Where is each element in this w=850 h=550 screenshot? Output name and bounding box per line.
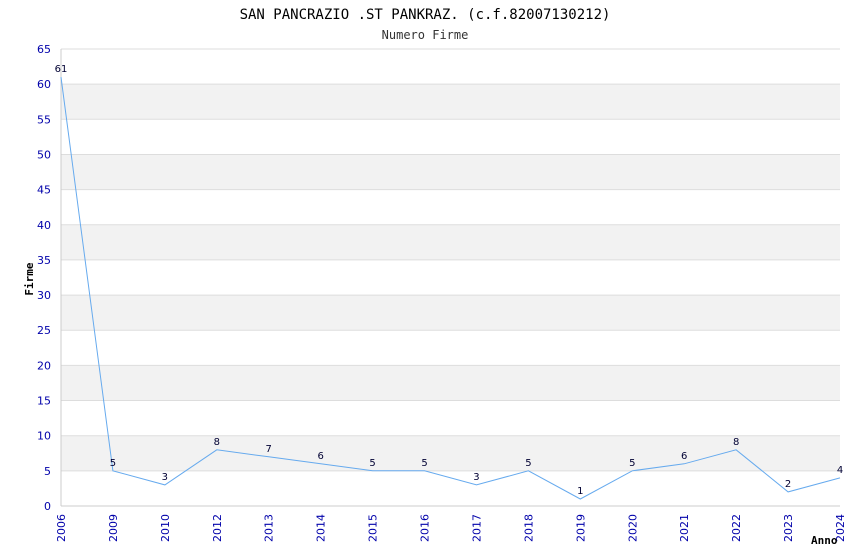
data-label: 5 xyxy=(421,458,427,469)
grid-band xyxy=(61,295,840,331)
y-tick-label: 50 xyxy=(37,148,51,161)
data-label: 5 xyxy=(525,458,531,469)
data-label: 3 xyxy=(473,472,479,483)
y-tick-label: 55 xyxy=(37,113,51,126)
y-tick-label: 60 xyxy=(37,78,51,91)
data-labels: 61 5 3 8 7 6 5 5 3 5 1 5 6 8 2 4 xyxy=(55,64,844,497)
y-tick-labels: 0 5 10 15 20 25 30 35 40 45 50 55 60 65 xyxy=(37,43,51,513)
data-label: 5 xyxy=(629,458,635,469)
data-label: 5 xyxy=(369,458,375,469)
data-label: 4 xyxy=(837,465,843,476)
y-tick-label: 20 xyxy=(37,359,51,372)
y-tick-label: 10 xyxy=(37,430,51,443)
x-tick-label: 2014 xyxy=(315,514,328,542)
x-tick-label: 2009 xyxy=(107,514,120,542)
y-tick-label: 40 xyxy=(37,219,51,232)
data-label: 3 xyxy=(162,472,168,483)
x-tick-label: 2021 xyxy=(678,514,691,542)
y-tick-label: 0 xyxy=(44,500,51,513)
x-tick-label: 2017 xyxy=(470,514,483,542)
y-tick-label: 5 xyxy=(44,465,51,478)
x-tick-label: 2012 xyxy=(211,514,224,542)
x-axis-title: Anno xyxy=(811,534,838,547)
data-label: 8 xyxy=(214,437,220,448)
data-label: 5 xyxy=(110,458,116,469)
x-tick-label: 2020 xyxy=(626,514,639,542)
data-label: 6 xyxy=(317,451,323,462)
x-tick-label: 2006 xyxy=(55,514,68,542)
y-tick-label: 25 xyxy=(37,324,51,337)
data-label: 61 xyxy=(55,64,68,75)
data-label: 1 xyxy=(577,486,583,497)
line-chart: 05101520253035404550556065 2006 2009 2010 2… xyxy=(23,7,847,547)
x-tick-labels: 2006 2009 2010 2012 2013 2014 2015 2016 2017 2018… xyxy=(55,514,847,542)
x-tick-label: 2019 xyxy=(574,514,587,542)
y-tick-label: 35 xyxy=(37,254,51,267)
y-tick-label: 45 xyxy=(37,184,51,197)
grid-band xyxy=(61,365,840,401)
x-tick-label: 2023 xyxy=(782,514,795,542)
x-tick-label: 2022 xyxy=(730,514,743,542)
x-tick-label: 2016 xyxy=(419,514,432,542)
y-tick-label: 65 xyxy=(37,43,51,56)
grid-band xyxy=(61,84,840,120)
y-axis-title: Firme xyxy=(23,262,36,295)
data-label: 2 xyxy=(785,479,791,490)
y-tick-label: 30 xyxy=(37,289,51,302)
x-tick-label: 2010 xyxy=(159,514,172,542)
data-label: 8 xyxy=(733,437,739,448)
data-label: 6 xyxy=(681,451,687,462)
x-tick-label: 2015 xyxy=(367,514,380,542)
grid-band xyxy=(61,154,840,190)
data-label: 7 xyxy=(266,444,272,455)
chart-subtitle: Numero Firme xyxy=(382,28,469,42)
x-tick-label: 2013 xyxy=(263,514,276,542)
chart-title: SAN PANCRAZIO .ST PANKRAZ. (c.f.82007130… xyxy=(240,7,611,23)
x-tick-label: 2018 xyxy=(522,514,535,542)
y-tick-label: 15 xyxy=(37,395,51,408)
grid-band xyxy=(61,224,840,260)
grid-bands xyxy=(61,84,840,471)
